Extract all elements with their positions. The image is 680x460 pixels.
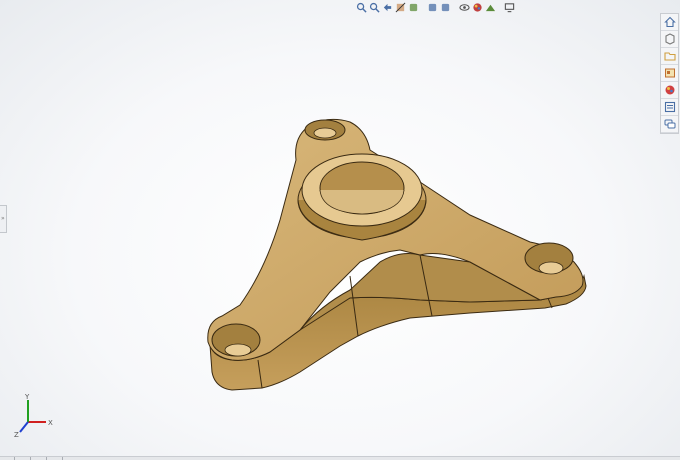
triad-z-label: Z bbox=[14, 431, 19, 438]
display-style-button[interactable] bbox=[440, 2, 451, 13]
triad-x-label: X bbox=[48, 419, 53, 427]
custom-properties-tab[interactable] bbox=[661, 99, 678, 116]
solidworks-forum-tab[interactable] bbox=[661, 116, 678, 133]
document-tab-bar bbox=[0, 456, 680, 460]
part-top-face bbox=[207, 118, 584, 361]
feature-manager-expand-handle[interactable]: » bbox=[0, 205, 7, 233]
view-palette-tab[interactable] bbox=[661, 65, 678, 82]
appearances-scenes-icon bbox=[665, 85, 674, 95]
appearances-scenes-tab[interactable] bbox=[661, 82, 678, 99]
zoom-to-area-button[interactable] bbox=[369, 2, 380, 13]
solidworks-resources-tab[interactable] bbox=[661, 14, 678, 31]
edit-appearance-button[interactable] bbox=[472, 2, 483, 13]
toolbar-separator bbox=[498, 2, 502, 13]
section-view-button[interactable] bbox=[395, 2, 406, 13]
toolbar-separator bbox=[453, 2, 457, 13]
design-library-tab[interactable] bbox=[661, 31, 678, 48]
file-explorer-icon bbox=[663, 52, 676, 61]
toolbar-separator bbox=[421, 2, 425, 13]
design-library-icon bbox=[664, 33, 675, 45]
hide-show-items-button[interactable] bbox=[459, 2, 470, 13]
section-view-icon bbox=[395, 2, 406, 12]
dynamic-annotation-button[interactable] bbox=[408, 2, 419, 13]
view-orientation-button[interactable] bbox=[427, 2, 438, 13]
custom-properties-icon bbox=[664, 101, 675, 113]
previous-view-button[interactable] bbox=[382, 2, 393, 13]
file-explorer-tab[interactable] bbox=[661, 48, 678, 65]
view-orientation-icon bbox=[428, 3, 437, 11]
dynamic-annotation-icon bbox=[409, 3, 418, 11]
apply-scene-button[interactable] bbox=[485, 2, 496, 13]
previous-view-icon bbox=[383, 3, 392, 11]
zoom-to-fit-button[interactable] bbox=[356, 2, 367, 13]
triad-z-axis bbox=[19, 421, 29, 433]
reference-triad: X Y Z bbox=[14, 393, 53, 438]
solidworks-forum-icon bbox=[664, 119, 675, 129]
zoom-to-area-icon bbox=[369, 2, 380, 13]
solidworks-resources-icon bbox=[663, 16, 676, 28]
heads-up-view-toolbar bbox=[356, 0, 515, 14]
display-style-icon bbox=[441, 3, 450, 11]
view-settings-button[interactable] bbox=[504, 2, 515, 13]
graphics-area[interactable]: » X Y Z bbox=[0, 0, 680, 460]
task-pane-tabs bbox=[660, 13, 679, 134]
view-settings-icon bbox=[504, 2, 515, 12]
hide-show-items-icon bbox=[459, 3, 470, 11]
edit-appearance-icon bbox=[473, 2, 482, 12]
zoom-to-fit-icon bbox=[356, 2, 367, 13]
bracket-part-model[interactable] bbox=[0, 0, 680, 460]
view-palette-icon bbox=[664, 68, 675, 78]
apply-scene-icon bbox=[485, 4, 496, 11]
triad-y-label: Y bbox=[24, 393, 30, 401]
